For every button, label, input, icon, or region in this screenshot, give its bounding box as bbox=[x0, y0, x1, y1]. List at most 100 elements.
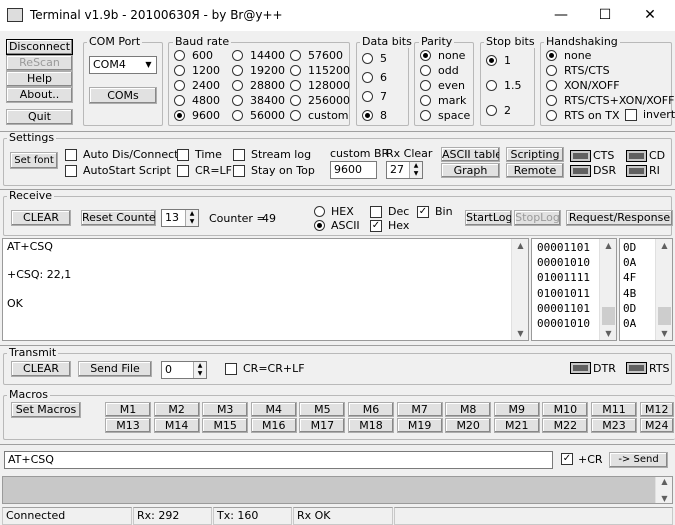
spinner-arrows-icon[interactable]: ▲ ▼ bbox=[193, 362, 206, 378]
reset-counter-button[interactable]: Reset Counter bbox=[81, 210, 156, 226]
macro-m11-button[interactable]: M11 bbox=[591, 402, 637, 417]
custom-br-input[interactable]: 9600 bbox=[330, 161, 377, 179]
rts-led[interactable] bbox=[626, 362, 647, 374]
baud-256000-radio[interactable] bbox=[290, 95, 301, 106]
auto-dis-connect-checkbox[interactable] bbox=[65, 149, 77, 161]
macro-m12-button[interactable]: M12 bbox=[639, 402, 674, 417]
macro-m23-button[interactable]: M23 bbox=[591, 418, 637, 433]
baud-9600-radio[interactable] bbox=[174, 110, 185, 121]
baud-115200-radio[interactable] bbox=[290, 65, 301, 76]
macro-m6-button[interactable]: M6 bbox=[348, 402, 394, 417]
receive-scrollbar[interactable]: ▲ ▼ bbox=[511, 239, 528, 340]
scroll-down-icon[interactable]: ▼ bbox=[600, 329, 617, 338]
handshake-rts-cts-xon-xoff-radio[interactable] bbox=[546, 95, 557, 106]
cr-crlf-checkbox[interactable] bbox=[225, 363, 237, 375]
hex-radio[interactable] bbox=[314, 206, 325, 217]
baud-1200-radio[interactable] bbox=[174, 65, 185, 76]
macro-m7-button[interactable]: M7 bbox=[396, 402, 443, 417]
macro-m20-button[interactable]: M20 bbox=[445, 418, 492, 433]
macro-m15-button[interactable]: M15 bbox=[202, 418, 249, 433]
macro-m22-button[interactable]: M22 bbox=[542, 418, 589, 433]
scripting-button[interactable]: Scripting bbox=[506, 147, 564, 162]
send-button[interactable]: -> Send bbox=[609, 452, 668, 468]
parity-mark-radio[interactable] bbox=[420, 95, 431, 106]
scroll-up-icon[interactable]: ▲ bbox=[512, 241, 529, 250]
bin-checkbox[interactable]: ✓ bbox=[417, 206, 429, 218]
baud-4800-radio[interactable] bbox=[174, 95, 185, 106]
handshake-rts-cts-radio[interactable] bbox=[546, 65, 557, 76]
bin-scrollbar[interactable]: ▲ ▼ bbox=[599, 239, 616, 340]
data-bits-7-radio[interactable] bbox=[362, 91, 373, 102]
baud-28800-radio[interactable] bbox=[232, 80, 243, 91]
baud-19200-radio[interactable] bbox=[232, 65, 243, 76]
startlog-button[interactable]: StartLog bbox=[465, 210, 512, 226]
macro-m10-button[interactable]: M10 bbox=[542, 402, 589, 417]
stoplog-button[interactable]: StopLog bbox=[514, 210, 561, 226]
macro-m19-button[interactable]: M19 bbox=[396, 418, 443, 433]
macro-m13-button[interactable]: M13 bbox=[105, 418, 151, 433]
cr-lf-checkbox[interactable] bbox=[177, 165, 189, 177]
rescan-button[interactable]: ReScan bbox=[6, 55, 73, 71]
send-file-button[interactable]: Send File bbox=[78, 361, 152, 377]
ascii-table-button[interactable]: ASCII table bbox=[441, 147, 500, 162]
macro-m8-button[interactable]: M8 bbox=[445, 402, 492, 417]
scroll-up-icon[interactable]: ▲ bbox=[600, 241, 617, 250]
macro-m24-button[interactable]: M24 bbox=[639, 418, 674, 433]
coms-button[interactable]: COMs bbox=[89, 87, 157, 104]
macro-m18-button[interactable]: M18 bbox=[348, 418, 394, 433]
remote-button[interactable]: Remote bbox=[506, 163, 564, 178]
macro-m16-button[interactable]: M16 bbox=[250, 418, 297, 433]
scroll-up-icon[interactable]: ▲ bbox=[656, 477, 673, 486]
parity-odd-radio[interactable] bbox=[420, 65, 431, 76]
receive-hex-area[interactable]: 0D 0A 4F 4B 0D 0A ▲ ▼ bbox=[619, 238, 673, 341]
set-font-button[interactable]: Set font bbox=[10, 152, 58, 169]
transmit-spin-input[interactable]: 0 ▲ ▼ bbox=[161, 361, 207, 379]
time-checkbox[interactable] bbox=[177, 149, 189, 161]
macro-m14-button[interactable]: M14 bbox=[153, 418, 200, 433]
scroll-thumb[interactable] bbox=[602, 307, 615, 325]
stream-log-checkbox[interactable] bbox=[233, 149, 245, 161]
request-response-button[interactable]: Request/Response bbox=[566, 210, 673, 226]
data-bits-6-radio[interactable] bbox=[362, 72, 373, 83]
maximize-button[interactable]: ☐ bbox=[583, 0, 627, 31]
stop-bits-2-radio[interactable] bbox=[486, 105, 497, 116]
parity-none-radio[interactable] bbox=[420, 50, 431, 61]
macro-m1-button[interactable]: M1 bbox=[105, 402, 151, 417]
counter-spin-input[interactable]: 13 ▲ ▼ bbox=[161, 209, 199, 227]
handshake-rts-on-tx-radio[interactable] bbox=[546, 110, 557, 121]
invert-checkbox[interactable] bbox=[625, 109, 637, 121]
scroll-down-icon[interactable]: ▼ bbox=[656, 494, 673, 503]
scroll-thumb[interactable] bbox=[658, 307, 671, 325]
stay-on-top-checkbox[interactable] bbox=[233, 165, 245, 177]
macro-m2-button[interactable]: M2 bbox=[153, 402, 200, 417]
transmit-history-area[interactable]: ▲ ▼ bbox=[2, 476, 673, 504]
transmit-clear-button[interactable]: CLEAR bbox=[11, 361, 71, 377]
receive-bin-area[interactable]: 00001101 00001010 01001111 01001011 00001101… bbox=[531, 238, 617, 341]
baud-56000-radio[interactable] bbox=[232, 110, 243, 121]
macro-m21-button[interactable]: M21 bbox=[493, 418, 540, 433]
rx-clear-input[interactable]: 27 ▲ ▼ bbox=[386, 161, 423, 179]
baud-custom-radio[interactable] bbox=[290, 110, 301, 121]
macro-m5-button[interactable]: M5 bbox=[299, 402, 346, 417]
about-button[interactable]: About.. bbox=[6, 87, 73, 103]
baud-14400-radio[interactable] bbox=[232, 50, 243, 61]
baud-128000-radio[interactable] bbox=[290, 80, 301, 91]
handshake-xon-xoff-radio[interactable] bbox=[546, 80, 557, 91]
quit-button[interactable]: Quit bbox=[6, 109, 73, 125]
baud-2400-radio[interactable] bbox=[174, 80, 185, 91]
transmit-history-scrollbar[interactable]: ▲ ▼ bbox=[655, 477, 672, 503]
scroll-down-icon[interactable]: ▼ bbox=[512, 329, 529, 338]
spinner-arrows-icon[interactable]: ▲ ▼ bbox=[185, 210, 198, 226]
macro-m9-button[interactable]: M9 bbox=[493, 402, 540, 417]
dec-checkbox[interactable] bbox=[370, 206, 382, 218]
ascii-radio[interactable] bbox=[314, 220, 325, 231]
autostart-script-checkbox[interactable] bbox=[65, 165, 77, 177]
com-port-select[interactable]: COM4 ▼ bbox=[89, 56, 157, 74]
set-macros-button[interactable]: Set Macros bbox=[11, 402, 81, 418]
handshake-none-radio[interactable] bbox=[546, 50, 557, 61]
parity-even-radio[interactable] bbox=[420, 80, 431, 91]
disconnect-button[interactable]: Disconnect bbox=[6, 39, 73, 55]
stop-bits-1-5-radio[interactable] bbox=[486, 80, 497, 91]
receive-clear-button[interactable]: CLEAR bbox=[11, 210, 71, 226]
spinner-arrows-icon[interactable]: ▲ ▼ bbox=[409, 162, 422, 178]
